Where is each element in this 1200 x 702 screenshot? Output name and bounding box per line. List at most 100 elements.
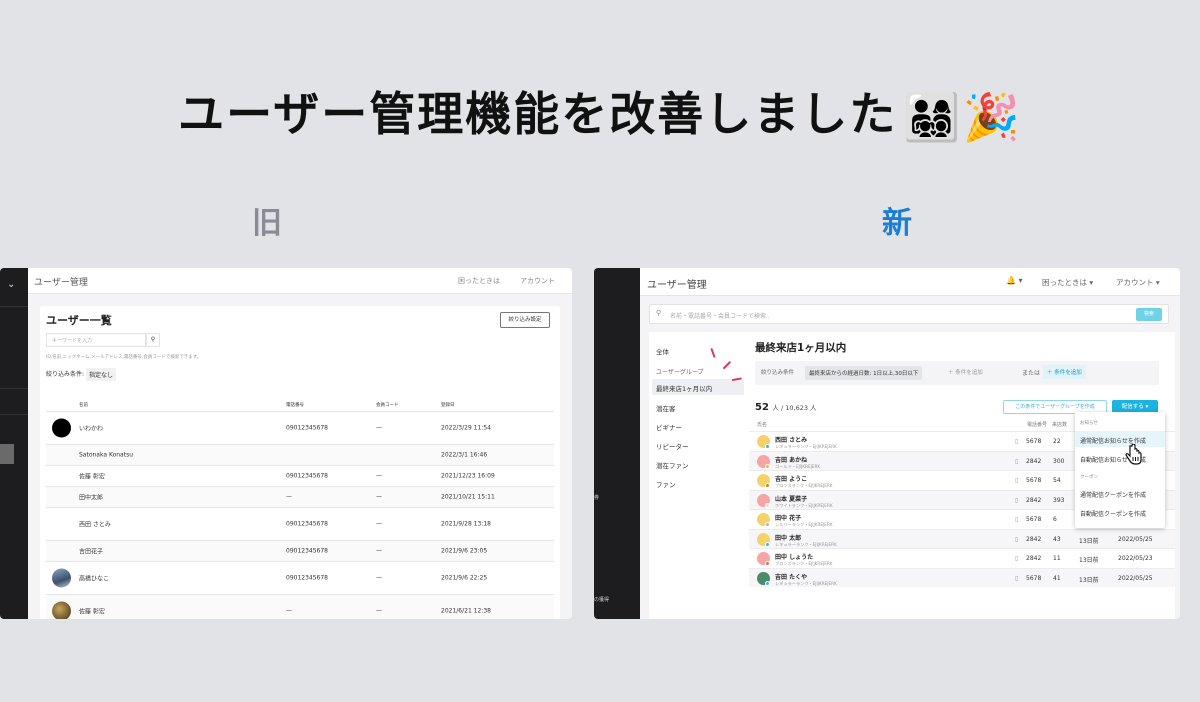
table-row[interactable]: 佐藤 彰宏 — — 2021/6/21 12:38 (46, 595, 554, 619)
new-topbar: ユーザー管理 🔔 ▾ 困ったときは ▾ アカウント ▾ (640, 268, 1180, 296)
add-condition-label: 条件を追加 (955, 370, 983, 376)
cell-name: 田中太郎 (79, 494, 104, 502)
cell-phone: 2842 (1026, 535, 1042, 543)
sidebar-active-item[interactable] (0, 444, 14, 464)
table-row[interactable]: 田中 しょうた ブロンズランク・EJIJKREJERK ▯ 2842 11 13日前 202… (749, 548, 1175, 568)
sidebar-divider (0, 306, 28, 307)
sidebar-text[interactable]: 券 (594, 494, 599, 501)
family-party-emoji: 👨‍👩‍👧‍👦🎉 (903, 90, 1022, 144)
add-or-condition-button[interactable]: ＋ 条件を追加 (1043, 365, 1086, 379)
table-row[interactable]: いわかわ 09012345678 — 2022/3/29 11:54 (46, 412, 554, 445)
table-row[interactable]: Satonaka Konatsu 2022/3/1 16:46 (46, 445, 554, 466)
cell-rank: ホワイトランク・EJIJKREJERK (775, 502, 833, 508)
count-sub: 人 / 10,623 人 (772, 404, 817, 412)
header-date: 登録日 (441, 403, 455, 408)
group-item[interactable]: 最終来店1ヶ月以内 (656, 383, 712, 393)
page-title: ユーザー管理 (647, 280, 707, 291)
cell-phone: 09012345678 (286, 424, 328, 432)
group-item[interactable]: 潜在客 (656, 403, 676, 413)
cell-name: Satonaka Konatsu (79, 451, 134, 459)
old-label: 旧 (252, 206, 282, 241)
cell-last-visit: 13日前 (1079, 576, 1099, 584)
new-sidebar: 券 の獲得 (594, 268, 640, 619)
group-item[interactable]: ファン (656, 479, 676, 489)
cell-visits: 393 (1053, 496, 1065, 504)
cell-rank: レギュラーランク・EJIJKREJERK (775, 580, 837, 586)
account-menu[interactable]: アカウント ▾ (1116, 277, 1160, 288)
header-visits: 来店数 (1052, 422, 1068, 428)
user-count: 52 人 / 10,623 人 (755, 402, 817, 413)
cell-visits: 300 (1053, 457, 1065, 465)
global-search[interactable]: ⚲ 名前・電話番号・会員コードで検索.. 検索 (649, 304, 1169, 324)
phone-icon: ▯ (1015, 535, 1019, 543)
group-item[interactable]: ビギナー (656, 422, 682, 432)
cell-phone: 5678 (1026, 574, 1042, 582)
cell-code: — (376, 574, 382, 582)
condition-chip[interactable]: 最終来店からの経過日数: 1日以上,30日以下 (805, 366, 923, 380)
phone-icon: ▯ (1015, 457, 1019, 465)
cell-rank: レギュラーランク・EJIJKREJERK (775, 444, 837, 449)
search-button[interactable]: 検索 (1136, 308, 1162, 321)
search-icon[interactable]: ⚲ (146, 333, 160, 347)
search-input[interactable]: キーワードを入力 (46, 333, 146, 347)
help-menu[interactable]: 困ったときは ▾ (1042, 277, 1093, 288)
cell-rank: シルバーランク・EJIJKREJERK (775, 522, 833, 527)
phone-icon: ▯ (1015, 438, 1019, 445)
table-row[interactable]: 西田 さとみ 09012345678 — 2021/9/28 13:18 (46, 508, 554, 541)
filter-conditions: 絞り込み条件 最終来店からの経過日数: 1日以上,30日以下 ＋ 条件を追加 ま… (755, 361, 1159, 385)
add-or-condition-label: 条件を追加 (1054, 370, 1082, 376)
cell-visits: 6 (1053, 516, 1057, 523)
dropdown-section-coupon: クーポン (1080, 475, 1098, 480)
group-item[interactable]: 潜在ファン (656, 460, 689, 470)
headline: ユーザー管理機能を改善しました 👨‍👩‍👧‍👦🎉 (0, 78, 1200, 145)
header-phone: 電話番号 (1027, 422, 1048, 428)
add-condition-button[interactable]: ＋ 条件を追加 (948, 368, 983, 376)
account-link[interactable]: アカウント (520, 276, 555, 286)
cond-label: 絞り込み条件 (761, 370, 795, 376)
cell-name: 佐藤 彰宏 (79, 608, 105, 616)
cell-date: 2022/05/23 (1118, 555, 1153, 562)
page-title: ユーザー管理 (34, 278, 88, 288)
cell-rank: ブロンズランク・EJIJKREJERK (775, 561, 833, 566)
create-coupon-manual[interactable]: 通常配信クーポンを作成 (1080, 490, 1146, 499)
count-main: 52 (755, 402, 769, 413)
cell-rank: レギュラーランク・EJIJKREJERK (775, 541, 837, 547)
phone-icon: ▯ (1015, 574, 1019, 582)
group-item[interactable]: リピーター (656, 441, 689, 451)
rank-dot (765, 561, 770, 566)
phone-icon: ▯ (1015, 516, 1019, 523)
cell-phone: 5678 (1026, 438, 1042, 445)
old-sidebar: ⌄ (0, 268, 28, 619)
cell-phone: 09012345678 (286, 547, 328, 555)
cell-rank: ブロンズランク・EJIJKREJERK (775, 483, 833, 488)
cell-name: 山本 夏菜子 (775, 495, 808, 503)
table-row[interactable]: 田中 太郎 レギュラーランク・EJIJKREJERK ▯ 2842 43 13日前 2022… (749, 528, 1175, 548)
user-table: 名前 電話番号 会員コード 登録日 いわかわ 09012345678 — 2022/3… (46, 400, 554, 619)
table-row[interactable]: 高橋ひなこ 09012345678 — 2021/9/6 22:25 (46, 562, 554, 595)
cell-phone: 2842 (1026, 496, 1042, 504)
cell-date: 2022/05/25 (1118, 574, 1153, 582)
cell-code: — (376, 607, 382, 615)
table-row[interactable]: 田中太郎 — — 2021/10/21 15:11 (46, 487, 554, 508)
filter-value: 指定なし (86, 368, 117, 381)
sidebar-divider (0, 414, 28, 415)
cell-date: 2022/3/1 16:46 (441, 451, 488, 459)
cell-code: — (376, 547, 382, 555)
cell-name: いわかわ (79, 425, 104, 433)
table-row[interactable]: 吉田花子 09012345678 — 2021/9/6 23:05 (46, 541, 554, 562)
filter-settings-button[interactable]: 絞り込み設定 (500, 312, 550, 328)
cell-phone: — (286, 607, 292, 615)
table-row[interactable]: 吉田 たくや レギュラーランク・EJIJKREJERK ▯ 5678 41 13日前 202… (749, 567, 1175, 587)
sidebar-text[interactable]: の獲得 (594, 596, 609, 603)
cell-date: 2021/12/23 16:09 (441, 472, 495, 480)
rank-dot (765, 483, 770, 488)
group-item-all[interactable]: 全体 (656, 346, 669, 356)
chevron-down-icon[interactable]: ⌄ (7, 279, 15, 290)
rank-dot (765, 541, 770, 547)
cell-name: 田中 花子 (775, 515, 802, 522)
create-coupon-auto[interactable]: 自動配信クーポンを作成 (1080, 509, 1146, 518)
group-category: ユーザーグループ (656, 369, 704, 376)
bell-icon[interactable]: 🔔 ▾ (1006, 276, 1023, 285)
help-link[interactable]: 困ったときは (458, 276, 500, 286)
table-row[interactable]: 佐藤 彰宏 09012345678 — 2021/12/23 16:09 (46, 466, 554, 487)
